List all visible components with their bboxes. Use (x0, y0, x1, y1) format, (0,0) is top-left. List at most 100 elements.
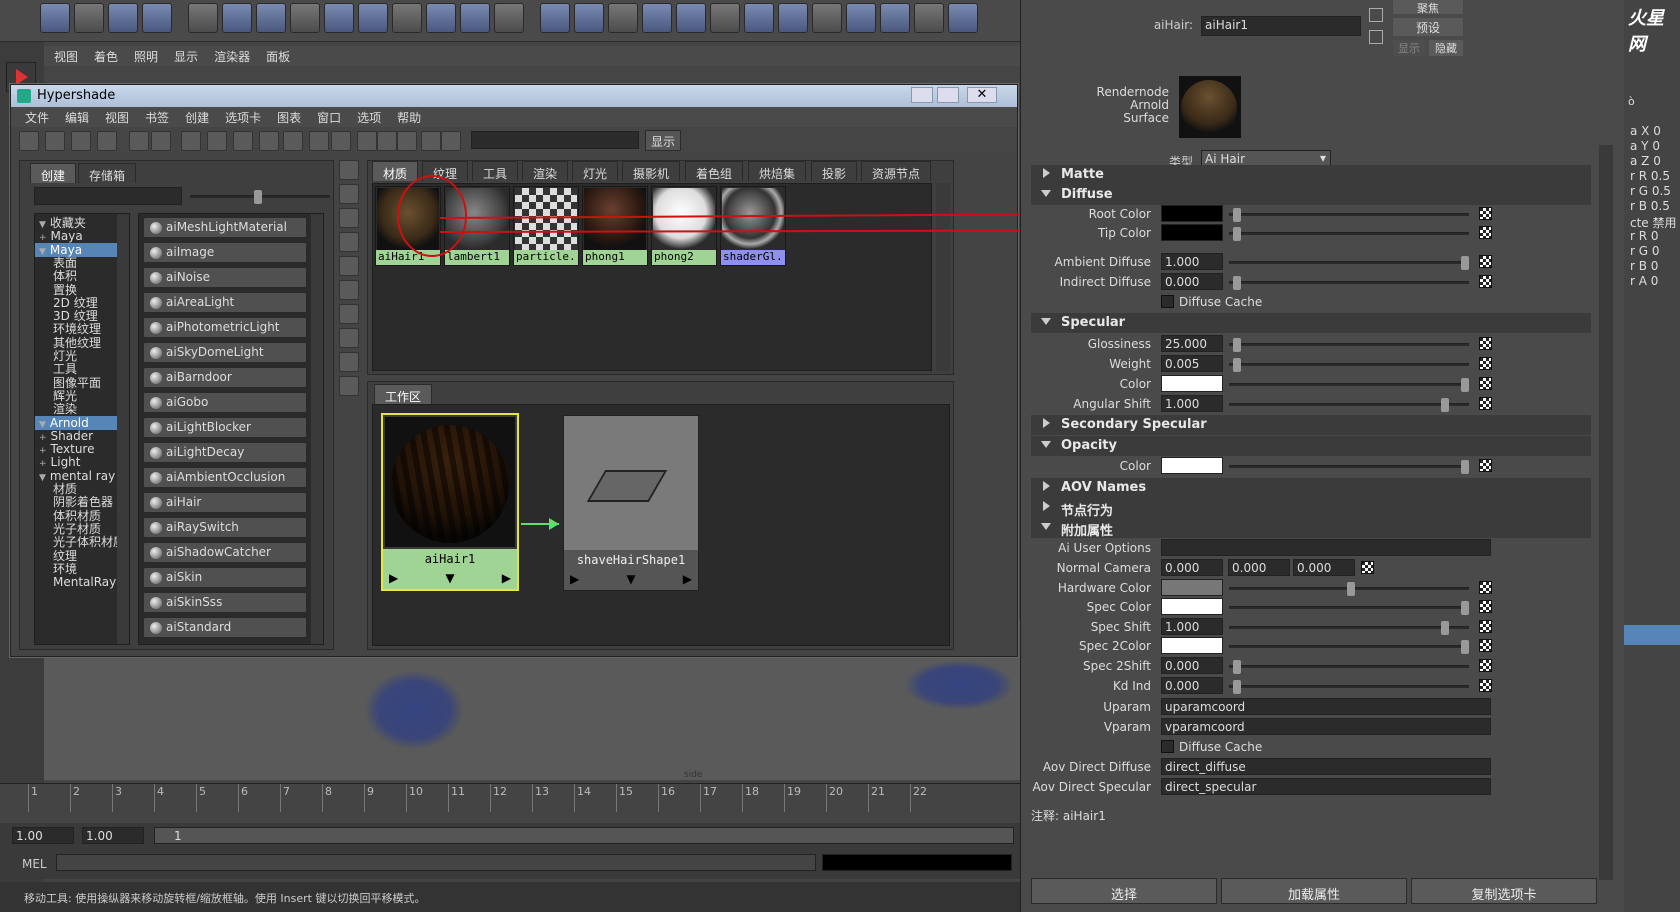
node-create-button[interactable]: aiHair (143, 492, 307, 513)
section-toggle-icon[interactable] (1041, 441, 1051, 448)
map-button-icon[interactable] (1479, 226, 1492, 239)
attr-slider[interactable] (1229, 256, 1469, 270)
channel-item[interactable]: r G 0 (1630, 244, 1660, 258)
tree-item[interactable]: 材质 (35, 482, 117, 496)
tree-item[interactable]: 光子体积材质 (35, 535, 125, 549)
tree-item[interactable]: 3D 纹理 (35, 309, 117, 323)
map-button-icon[interactable] (1479, 377, 1492, 390)
channel-item[interactable]: a Z 0 (1630, 154, 1661, 168)
mel-input[interactable] (56, 854, 816, 871)
color-swatch[interactable] (1161, 205, 1223, 222)
tree-item[interactable]: ▼ mental ray (35, 469, 117, 483)
attr-slider[interactable] (1229, 338, 1469, 352)
color-swatch[interactable] (1161, 637, 1223, 654)
hide-button[interactable]: 隐藏 (1429, 40, 1463, 56)
select-button[interactable]: 选择 (1031, 878, 1217, 904)
slider-knob[interactable] (1347, 582, 1355, 596)
checkbox[interactable] (1161, 740, 1174, 753)
channel-item[interactable]: r R 0.5 (1630, 169, 1670, 183)
tree-item[interactable]: + Texture (35, 442, 117, 456)
section-toggle-icon[interactable] (1043, 418, 1050, 428)
tree-item[interactable]: + Light (35, 455, 117, 469)
tree-item[interactable]: 图像平面 (35, 376, 117, 390)
attr-field[interactable]: 0.000 (1293, 559, 1355, 576)
tree-item[interactable]: 渲染 (35, 402, 117, 416)
slider-knob[interactable] (1461, 378, 1469, 392)
attr-field[interactable]: 0.000 (1161, 657, 1223, 674)
slider-knob[interactable] (1233, 338, 1241, 352)
map-button-icon[interactable] (1479, 679, 1492, 692)
attr-slider[interactable] (1229, 601, 1469, 615)
tree-item[interactable]: + Shader (35, 429, 117, 443)
attr-slider[interactable] (1229, 398, 1469, 412)
attr-slider[interactable] (1229, 460, 1469, 474)
section-extra[interactable]: 附加属性 (1031, 518, 1591, 539)
attr-slider[interactable] (1229, 358, 1469, 372)
section-toggle-icon[interactable] (1041, 190, 1051, 197)
slider-knob[interactable] (1233, 680, 1241, 694)
node-create-button[interactable]: aiGobo (143, 392, 307, 413)
side-tool-icon[interactable] (339, 352, 359, 372)
attr-field[interactable]: 0.000 (1161, 273, 1223, 290)
tree-item[interactable]: 其他纹理 (35, 336, 117, 350)
range-start-field[interactable]: 1.00 (12, 827, 74, 844)
section-secondary[interactable]: Secondary Specular (1031, 415, 1591, 435)
focus-icon[interactable] (1369, 8, 1383, 22)
attr-field[interactable]: direct_diffuse (1161, 758, 1491, 775)
attr-field[interactable]: direct_specular (1161, 778, 1491, 795)
attr-field[interactable]: vparamcoord (1161, 718, 1491, 735)
tree-item[interactable]: 灯光 (35, 349, 117, 363)
slider-knob[interactable] (1233, 276, 1241, 290)
attr-slider[interactable] (1229, 621, 1469, 635)
section-toggle-icon[interactable] (1041, 523, 1051, 530)
node-create-button[interactable]: aiSkin (143, 567, 307, 588)
attr-field[interactable]: 0.000 (1161, 559, 1223, 576)
section-toggle-icon[interactable] (1041, 318, 1051, 325)
tree-item[interactable]: ▼ Arnold (35, 415, 117, 430)
channel-item[interactable]: r B 0.5 (1630, 199, 1670, 213)
tree-item[interactable]: 光子材质 (35, 522, 117, 536)
node-create-button[interactable]: aiStandard (143, 617, 307, 638)
attr-field[interactable] (1161, 539, 1491, 556)
section-aov[interactable]: AOV Names (1031, 478, 1591, 498)
attr-field[interactable]: 1.000 (1161, 395, 1223, 412)
map-button-icon[interactable] (1479, 659, 1492, 672)
node-create-button[interactable]: aiSkyDomeLight (143, 342, 307, 363)
node-name-field[interactable]: aiHair1 (1201, 16, 1361, 36)
load-attributes-button[interactable]: 加载属性 (1221, 878, 1407, 904)
channel-item[interactable]: r B 0 (1630, 259, 1658, 273)
section-matte[interactable]: Matte (1031, 165, 1591, 185)
attr-field[interactable]: 1.000 (1161, 618, 1223, 635)
map-button-icon[interactable] (1479, 639, 1492, 652)
slider-knob[interactable] (1461, 460, 1469, 474)
node-create-button[interactable]: aiLightBlocker (143, 417, 307, 438)
channel-item[interactable]: a X 0 (1630, 124, 1661, 138)
attr-slider[interactable] (1229, 660, 1469, 674)
slider-knob[interactable] (1461, 256, 1469, 270)
section-diffuse[interactable]: Diffuse (1031, 185, 1591, 205)
color-swatch[interactable] (1161, 598, 1223, 615)
color-swatch[interactable] (1161, 224, 1223, 241)
map-button-icon[interactable] (1479, 337, 1492, 350)
tree-item[interactable]: 辉光 (35, 389, 117, 403)
attr-slider[interactable] (1229, 680, 1469, 694)
slider-knob[interactable] (1461, 640, 1469, 654)
attr-slider[interactable] (1229, 208, 1469, 222)
slider-knob[interactable] (1441, 621, 1449, 635)
channel-item[interactable]: a Y 0 (1630, 139, 1660, 153)
side-tool-icon[interactable] (339, 304, 359, 324)
map-button-icon[interactable] (1479, 600, 1492, 613)
ae-scrollbar[interactable] (1599, 145, 1613, 880)
node-create-button[interactable]: aiSkinSss (143, 592, 307, 613)
attr-slider[interactable] (1229, 227, 1469, 241)
map-button-icon[interactable] (1479, 397, 1492, 410)
slider-knob[interactable] (1233, 660, 1241, 674)
section-node_behavior[interactable]: 节点行为 (1031, 498, 1591, 519)
slider-knob[interactable] (1233, 358, 1241, 372)
layer-selected[interactable] (1624, 625, 1680, 645)
tab-work-area[interactable]: 工作区 (374, 384, 433, 404)
aihair1-ports[interactable]: ▶ ▼ ▶ (383, 569, 517, 589)
checkbox[interactable] (1161, 295, 1174, 308)
tree-item[interactable]: 环境纹理 (35, 322, 117, 336)
tree-item[interactable]: 环境 (35, 562, 117, 576)
